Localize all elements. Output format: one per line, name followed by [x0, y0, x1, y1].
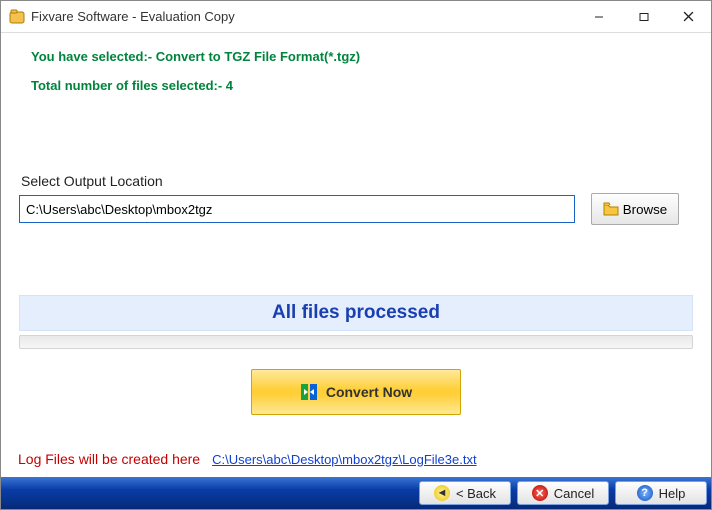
convert-now-button[interactable]: Convert Now: [251, 369, 461, 415]
log-row: Log Files will be created here C:\Users\…: [0, 443, 712, 477]
help-label: Help: [659, 486, 686, 501]
back-label: < Back: [456, 486, 496, 501]
convert-icon: [300, 383, 318, 401]
progress-bar: [19, 335, 693, 349]
folder-icon: [603, 202, 619, 216]
browse-label: Browse: [623, 202, 667, 217]
browse-button[interactable]: Browse: [591, 193, 679, 225]
convert-label: Convert Now: [326, 384, 412, 400]
close-button[interactable]: [666, 2, 711, 32]
selected-format-text: You have selected:- Convert to TGZ File …: [31, 49, 689, 64]
app-icon: [9, 9, 25, 25]
help-icon: ?: [637, 485, 653, 501]
log-label: Log Files will be created here: [18, 451, 200, 467]
output-location-label: Select Output Location: [21, 173, 693, 189]
maximize-button[interactable]: [621, 2, 666, 32]
titlebar: Fixvare Software - Evaluation Copy: [1, 1, 711, 33]
minimize-button[interactable]: [576, 2, 621, 32]
help-button[interactable]: ? Help: [615, 481, 707, 505]
window-title: Fixvare Software - Evaluation Copy: [31, 9, 235, 24]
cancel-icon: ✕: [532, 485, 548, 501]
cancel-button[interactable]: ✕ Cancel: [517, 481, 609, 505]
cancel-label: Cancel: [554, 486, 594, 501]
back-button[interactable]: ◄ < Back: [419, 481, 511, 505]
file-count-text: Total number of files selected:- 4: [31, 78, 689, 93]
status-banner: All files processed: [19, 295, 693, 331]
output-row: Browse: [19, 193, 693, 225]
log-file-link[interactable]: C:\Users\abc\Desktop\mbox2tgz\LogFile3e.…: [212, 452, 476, 467]
bottom-bar: ◄ < Back ✕ Cancel ? Help: [1, 477, 711, 509]
output-path-input[interactable]: [19, 195, 575, 223]
main-content: You have selected:- Convert to TGZ File …: [1, 33, 711, 415]
back-icon: ◄: [434, 485, 450, 501]
